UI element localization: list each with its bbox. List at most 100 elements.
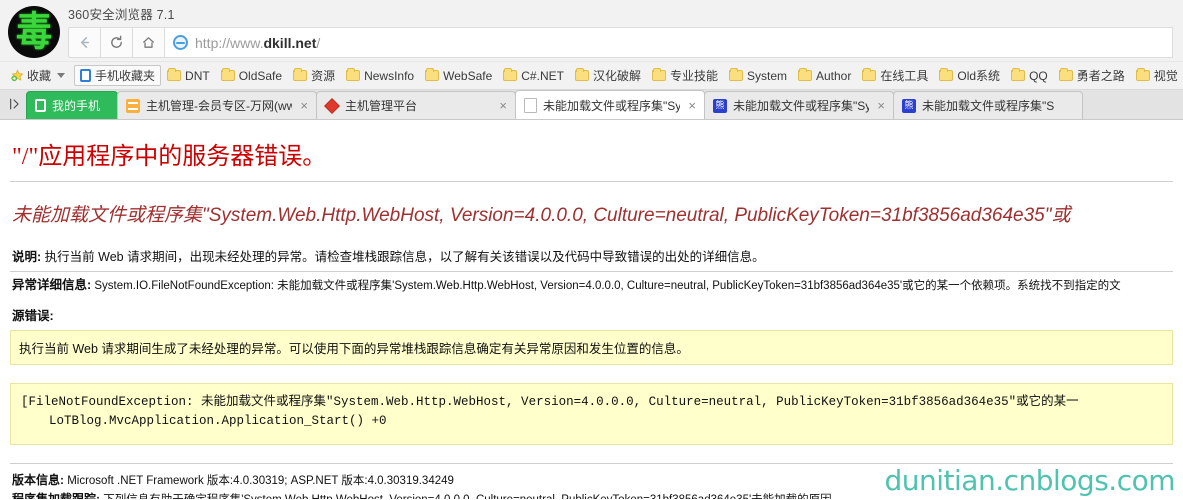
- divider-footer: [10, 463, 1173, 464]
- bookmark-folder-dnt[interactable]: DNT: [162, 67, 215, 85]
- tab-error-2[interactable]: 熊 未能加载文件或程序集"System ×: [704, 91, 894, 119]
- home-button[interactable]: [132, 27, 164, 58]
- folder-icon: [293, 68, 308, 81]
- blank-page-icon: [524, 97, 537, 113]
- baidu-icon: 熊: [902, 98, 916, 113]
- phone-icon: [35, 99, 46, 112]
- description-text: 执行当前 Web 请求期间，出现未经处理的异常。请检查堆栈跟踪信息，以了解有关该…: [41, 250, 765, 264]
- page-title: "/"应用程序中的服务器错误。: [12, 144, 327, 170]
- refresh-button[interactable]: [100, 27, 132, 58]
- version-label: 版本信息:: [12, 473, 64, 487]
- tab-host-management-platform[interactable]: 主机管理平台 ×: [316, 91, 516, 119]
- stack-trace-line-2: LoTBlog.MvcApplication.Application_Start…: [49, 414, 387, 429]
- browser-logo: 毒: [8, 6, 60, 58]
- folder-icon: [503, 68, 518, 81]
- tab-close-button[interactable]: ×: [499, 99, 507, 112]
- bookmark-label: DNT: [185, 68, 210, 83]
- tab-error-3[interactable]: 熊 未能加载文件或程序集"S: [893, 91, 1083, 119]
- tab-strip: 我的手机 主机管理-会员专区-万网(www. × 主机管理平台 × 未能加载文件…: [0, 90, 1183, 120]
- bookmark-folder-hanhua-pojie[interactable]: 汉化破解: [570, 65, 646, 86]
- bookmark-folder-websafe[interactable]: WebSafe: [420, 67, 497, 85]
- logo-circle: 毒: [8, 6, 60, 58]
- baidu-icon: 熊: [713, 98, 727, 113]
- browser-window: 毒 360安全浏览器 7.1 http://www.dkill.net/ 收藏 …: [0, 0, 1183, 500]
- bookmark-folder-professional-skills[interactable]: 专业技能: [647, 65, 723, 86]
- bookmark-label: 汉化破解: [592, 69, 641, 83]
- version-row: 版本信息: Microsoft .NET Framework 版本:4.0.30…: [10, 470, 1173, 489]
- folder-icon: [798, 68, 812, 81]
- tab-list-button[interactable]: [4, 90, 26, 119]
- bookmark-folder-oldsafe[interactable]: OldSafe: [216, 67, 287, 85]
- tab-my-phone[interactable]: 我的手机: [26, 91, 118, 119]
- bookmark-label: WebSafe: [443, 68, 493, 83]
- tab-label: 未能加载文件或程序集"System: [733, 99, 869, 113]
- stack-trace-line-1: [FileNotFoundException: 未能加载文件或程序集"Syste…: [21, 395, 1079, 409]
- tab-label: 未能加载文件或程序集"System: [543, 98, 680, 113]
- bookmark-label: NewsInfo: [364, 68, 415, 83]
- url-input[interactable]: http://www.dkill.net/: [164, 27, 1173, 58]
- bookmark-folder-resources[interactable]: 资源: [288, 65, 340, 86]
- tab-close-button[interactable]: ×: [300, 99, 308, 112]
- home-icon: [142, 37, 155, 48]
- back-button[interactable]: [68, 27, 100, 58]
- folder-icon: [862, 68, 877, 81]
- bookmark-favorites-root[interactable]: 收藏: [6, 65, 73, 86]
- bookmark-label: 收藏: [27, 69, 52, 83]
- diamond-icon: [324, 97, 340, 114]
- bookmark-label: 手机收藏夹: [95, 69, 156, 83]
- folder-icon: [167, 68, 182, 81]
- bookmarks-bar: 收藏 手机收藏夹 DNT OldSafe 资源 NewsInfo WebSafe: [0, 62, 1183, 90]
- assembly-row: 程序集加载跟踪: 下列信息有助于确定程序集'System.Web.Http.We…: [10, 489, 1173, 499]
- bookmark-label: 资源: [311, 69, 336, 83]
- bookmark-mobile-favorites[interactable]: 手机收藏夹: [74, 65, 162, 86]
- folder-icon: [1135, 68, 1150, 81]
- page-content: "/"应用程序中的服务器错误。 未能加载文件或程序集"System.Web.Ht…: [0, 120, 1183, 499]
- address-bar-row: http://www.dkill.net/: [68, 27, 1173, 58]
- bookmark-label: System: [746, 68, 787, 83]
- bookmark-folder-online-tools[interactable]: 在线工具: [857, 65, 933, 86]
- tab-label: 未能加载文件或程序集"S: [922, 99, 1055, 113]
- tab-error-active[interactable]: 未能加载文件或程序集"System ×: [515, 90, 705, 119]
- tab-close-button[interactable]: ×: [877, 99, 885, 112]
- app-title: 360安全浏览器 7.1: [68, 8, 175, 22]
- stack-trace-box: [FileNotFoundException: 未能加载文件或程序集"Syste…: [10, 383, 1173, 445]
- bookmark-label: 专业技能: [669, 69, 718, 83]
- tab-list-icon: [10, 98, 19, 110]
- bookmark-folder-system[interactable]: System: [724, 67, 792, 85]
- source-error-box: 执行当前 Web 请求期间生成了未经处理的异常。可以使用下面的异常堆栈跟踪信息确…: [10, 330, 1173, 365]
- back-arrow-icon: [80, 37, 89, 48]
- bookmark-folder-author[interactable]: Author: [793, 67, 856, 85]
- bookmark-folder-old-system[interactable]: Old系统: [934, 65, 1005, 86]
- bookmark-folder-qq[interactable]: QQ: [1006, 67, 1053, 85]
- bookmark-label: 勇者之路: [1076, 69, 1125, 83]
- url-suffix: /: [316, 34, 321, 51]
- source-error-label: 源错误:: [12, 309, 54, 323]
- error-subtitle: 未能加载文件或程序集"System.Web.Http.WebHost, Vers…: [12, 205, 1071, 226]
- wanwang-icon: [126, 98, 140, 113]
- tab-close-button[interactable]: ×: [688, 99, 696, 112]
- phone-icon: [80, 69, 92, 82]
- bookmark-folder-csharp-net[interactable]: C#.NET: [498, 67, 569, 85]
- chevron-down-icon[interactable]: [57, 73, 66, 78]
- star-favorites-icon: [11, 69, 24, 82]
- folder-icon: [651, 68, 666, 81]
- bookmark-folder-brave-road[interactable]: 勇者之路: [1054, 65, 1130, 86]
- description-label: 说明:: [12, 250, 42, 264]
- folder-icon: [346, 68, 361, 81]
- exception-text: System.IO.FileNotFoundException: 未能加载文件或…: [91, 280, 1121, 292]
- tab-host-management-member[interactable]: 主机管理-会员专区-万网(www. ×: [117, 91, 317, 119]
- bookmark-folder-vision[interactable]: 视觉: [1131, 65, 1183, 86]
- url-domain: dkill.net: [263, 34, 317, 51]
- assembly-text: 下列信息有助于确定程序集'System.Web.Http.WebHost, Ve…: [100, 494, 843, 499]
- folder-icon: [574, 68, 589, 81]
- refresh-icon: [111, 35, 122, 48]
- folder-icon: [1011, 68, 1026, 81]
- tab-label: 我的手机: [52, 99, 101, 113]
- bookmark-label: QQ: [1029, 68, 1048, 83]
- bookmark-folder-newsinfo[interactable]: NewsInfo: [341, 67, 419, 85]
- bookmark-label: C#.NET: [521, 68, 564, 83]
- folder-icon: [425, 68, 440, 81]
- poison-glyph-icon: 毒: [16, 9, 52, 55]
- bookmark-label: OldSafe: [238, 68, 283, 83]
- folder-icon: [1058, 68, 1073, 81]
